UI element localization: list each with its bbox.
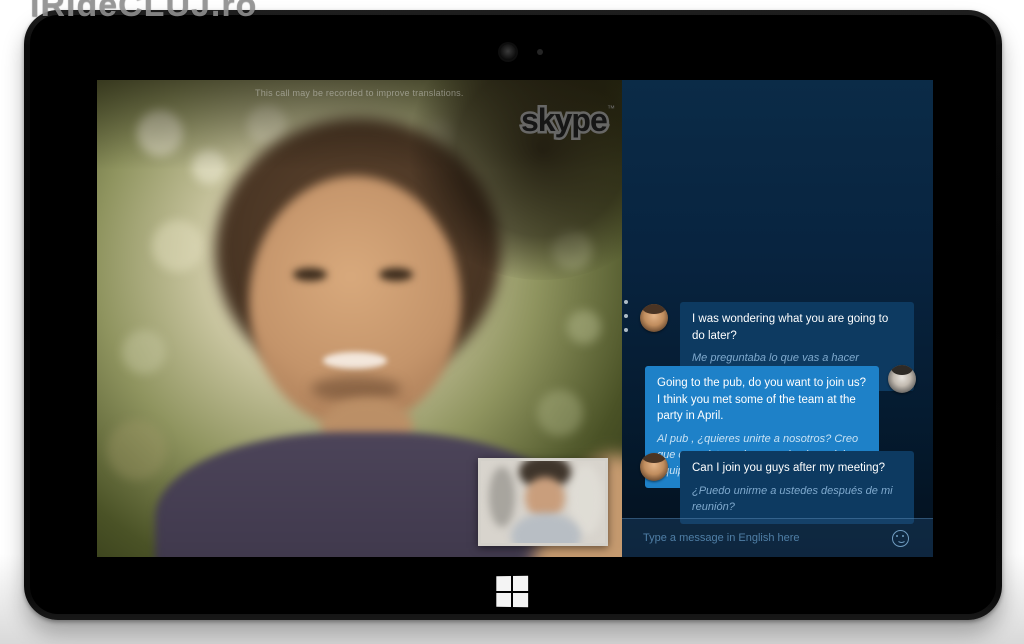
self-view-video[interactable] — [478, 458, 608, 546]
avatar-self — [888, 365, 916, 393]
windows-logo-icon — [496, 576, 511, 591]
chat-message: Can I join you guys after my meeting? ¿P… — [680, 451, 914, 524]
recording-notice: This call may be recorded to improve tra… — [255, 88, 464, 98]
tablet-screen: This call may be recorded to improve tra… — [97, 80, 933, 557]
skype-logo-tm: ™ — [607, 104, 615, 113]
message-original-text: Going to the pub, do you want to join us… — [657, 375, 867, 425]
front-camera-icon — [500, 44, 516, 60]
windows-home-button[interactable] — [496, 576, 528, 607]
bokeh-light — [122, 330, 166, 374]
message-composer — [622, 518, 933, 557]
skype-logo: skype skype ™ — [521, 102, 611, 144]
video-call-view: This call may be recorded to improve tra… — [97, 80, 622, 557]
windows-logo-icon — [513, 576, 528, 591]
avatar-caller — [640, 453, 668, 481]
message-translation-text: ¿Puedo unirme a ustedes después de mi re… — [692, 484, 902, 516]
more-options-icon[interactable] — [620, 298, 632, 334]
windows-logo-icon — [496, 592, 511, 607]
caller-eye — [293, 268, 327, 281]
ambient-sensor-icon — [537, 49, 543, 55]
caller-smile — [323, 352, 387, 369]
message-original-text: Can I join you guys after my meeting? — [692, 460, 902, 477]
avatar-caller — [640, 304, 668, 332]
windows-logo-icon — [513, 593, 528, 608]
translator-chat-panel: I was wondering what you are going to do… — [622, 80, 933, 557]
emoji-icon[interactable] — [892, 530, 909, 547]
message-input[interactable] — [622, 532, 892, 544]
bokeh-light — [152, 220, 204, 272]
caller-eye — [379, 268, 413, 281]
bokeh-light — [537, 390, 583, 436]
pip-background-shape — [489, 467, 515, 527]
skype-logo-text: skype — [521, 102, 607, 139]
message-original-text: I was wondering what you are going to do… — [692, 311, 902, 344]
bokeh-light — [107, 420, 167, 480]
bokeh-light — [567, 310, 601, 344]
